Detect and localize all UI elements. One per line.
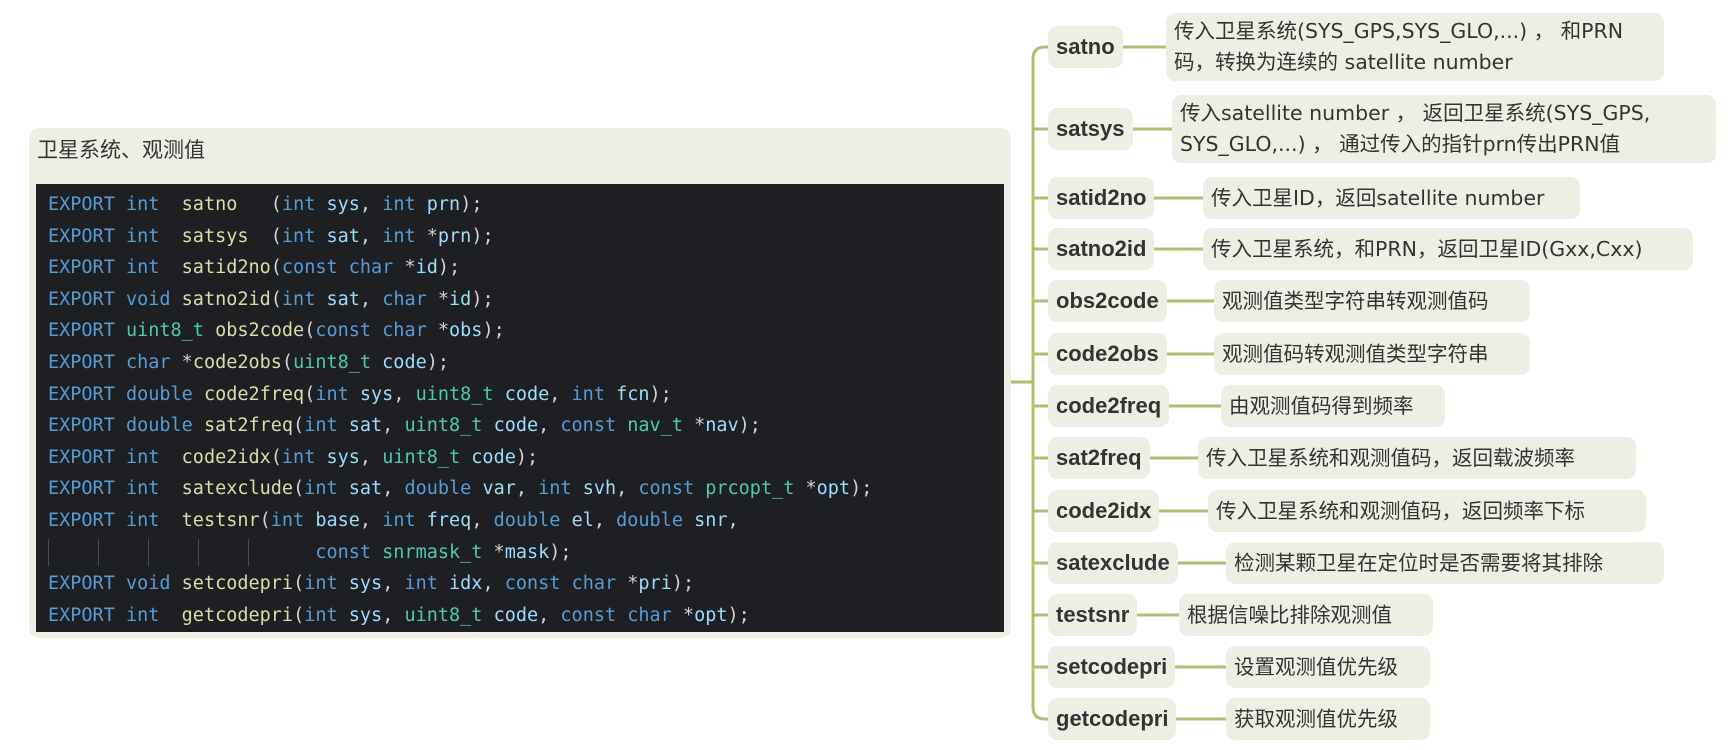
- node-label-getcodepri[interactable]: getcodepri: [1048, 698, 1177, 740]
- node-label-setcodepri[interactable]: setcodepri: [1048, 646, 1176, 688]
- node-desc-satno: 传入卫星系统(SYS_GPS,SYS_GLO,...) ， 和PRN码，转换为连…: [1166, 13, 1664, 81]
- indent-guide: [48, 538, 49, 566]
- node-label-code2idx[interactable]: code2idx: [1048, 490, 1160, 532]
- code-line: EXPORT int testsnr(int base, int freq, d…: [48, 509, 739, 531]
- node-desc-code2freq: 由观测值码得到频率: [1221, 385, 1445, 427]
- code-line: EXPORT int satid2no(const char *id);: [48, 257, 461, 279]
- indent-guide: [248, 538, 249, 566]
- code-line: const snrmask_t *mask);: [48, 537, 1004, 569]
- code-block: EXPORT int satno (int sys, int prn); EXPO…: [36, 184, 1004, 632]
- node-label-testsnr[interactable]: testsnr: [1048, 594, 1138, 636]
- node-desc-code2idx: 传入卫星系统和观测值码，返回频率下标: [1208, 490, 1646, 532]
- code-line: EXPORT int getcodepri(int sys, uint8_t c…: [48, 604, 750, 626]
- node-label-code2obs[interactable]: code2obs: [1048, 333, 1167, 375]
- root-topic-card: 卫星系统、观测值 EXPORT int satno (int sys, int …: [29, 128, 1011, 638]
- node-label-obs2code[interactable]: obs2code: [1048, 280, 1167, 322]
- node-label-sat2freq[interactable]: sat2freq: [1048, 437, 1150, 479]
- node-desc-getcodepri: 获取观测值优先级: [1226, 698, 1430, 740]
- node-desc-satid2no: 传入卫星ID，返回satellite number: [1203, 177, 1580, 219]
- code-line: EXPORT int satsys (int sat, int *prn);: [48, 225, 494, 247]
- node-desc-satsys: 传入satellite number ， 返回卫星系统(SYS_GPS, SYS…: [1172, 95, 1716, 163]
- node-desc-testsnr: 根据信噪比排除观测值: [1179, 594, 1433, 636]
- indent-guide: [198, 538, 199, 566]
- node-label-satexclude[interactable]: satexclude: [1048, 542, 1178, 584]
- node-desc-satexclude: 检测某颗卫星在定位时是否需要将其排除: [1226, 542, 1664, 584]
- node-desc-obs2code: 观测值类型字符串转观测值码: [1214, 280, 1530, 322]
- code-line: EXPORT void satno2id(int sat, char *id);: [48, 288, 494, 310]
- code-line: EXPORT int satno (int sys, int prn);: [48, 194, 483, 215]
- node-label-code2freq[interactable]: code2freq: [1048, 385, 1170, 427]
- node-label-satsys[interactable]: satsys: [1048, 108, 1133, 150]
- code-line: EXPORT int satexclude(int sat, double va…: [48, 478, 873, 500]
- node-desc-setcodepri: 设置观测值优先级: [1226, 646, 1430, 688]
- code-line: EXPORT char *code2obs(uint8_t code);: [48, 351, 450, 373]
- indent-guide: [98, 538, 99, 566]
- node-label-satno[interactable]: satno: [1048, 26, 1123, 68]
- indent-guide: [148, 538, 149, 566]
- branch-trunk: [1031, 45, 1046, 721]
- node-desc-sat2freq: 传入卫星系统和观测值码，返回载波频率: [1198, 437, 1636, 479]
- node-desc-code2obs: 观测值码转观测值类型字符串: [1214, 333, 1530, 375]
- node-desc-satno2id: 传入卫星系统，和PRN，返回卫星ID(Gxx,Cxx): [1203, 228, 1693, 270]
- node-label-satid2no[interactable]: satid2no: [1048, 177, 1155, 219]
- root-topic-title: 卫星系统、观测值: [37, 138, 205, 162]
- node-label-satno2id[interactable]: satno2id: [1048, 228, 1155, 270]
- code-line: EXPORT double code2freq(int sys, uint8_t…: [48, 383, 672, 405]
- code-line: EXPORT void setcodepri(int sys, int idx,…: [48, 573, 695, 595]
- code-line: EXPORT uint8_t obs2code(const char *obs)…: [48, 320, 505, 342]
- code-line: EXPORT int code2idx(int sys, uint8_t cod…: [48, 446, 539, 468]
- code-line: EXPORT double sat2freq(int sat, uint8_t …: [48, 415, 761, 437]
